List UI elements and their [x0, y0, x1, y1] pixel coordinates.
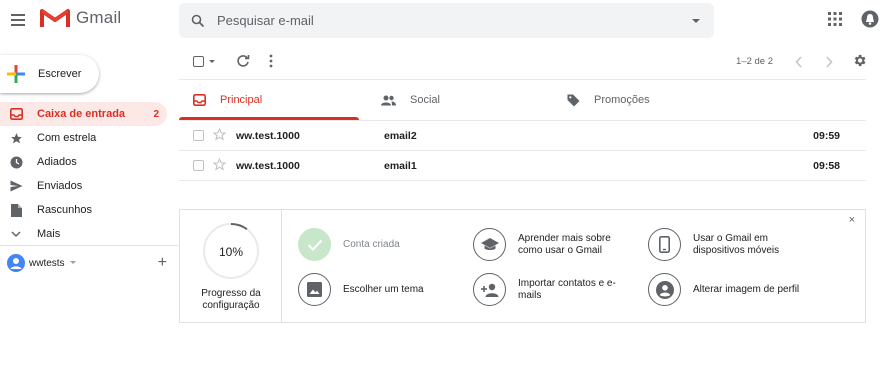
star-outline-icon[interactable]	[213, 128, 226, 141]
mail-toolbar: 1–2 de 2	[179, 44, 886, 77]
step-account-created: Conta criada	[298, 228, 453, 261]
chevron-down-icon	[9, 227, 23, 241]
sidebar-item-label: Rascunhos	[37, 204, 93, 216]
email-sender: ww.test.1000	[236, 159, 300, 172]
tab-label: Promoções	[594, 94, 650, 106]
sidebar-item-more[interactable]: Mais	[0, 222, 167, 246]
tab-promocoes[interactable]: Promoções	[547, 80, 747, 120]
table-row[interactable]: ww.test.1000 email2 09:59	[179, 121, 866, 150]
gear-icon[interactable]	[852, 53, 867, 73]
row-divider	[179, 180, 866, 181]
select-options-caret-icon[interactable]	[209, 60, 215, 63]
hangouts-user[interactable]: wwtests +	[7, 253, 167, 273]
phone-icon	[648, 228, 681, 261]
search-bar[interactable]: Pesquisar e-mail	[179, 3, 714, 38]
step-label: Conta criada	[343, 238, 400, 250]
send-icon	[9, 179, 23, 193]
tab-label: Principal	[220, 94, 263, 106]
sidebar-item-drafts[interactable]: Rascunhos	[0, 198, 167, 222]
sidebar-item-label: Mais	[37, 228, 61, 240]
setup-progress: 10% Progresso da configuração	[180, 210, 282, 322]
email-subject: email1	[384, 159, 417, 172]
sidebar-item-label: Enviados	[37, 180, 83, 192]
search-options-caret-icon[interactable]	[678, 18, 714, 24]
inbox-icon	[9, 107, 23, 121]
close-icon[interactable]: ×	[849, 214, 855, 226]
step-label: Alterar imagem de perfil	[693, 283, 800, 295]
sidebar-item-snoozed[interactable]: Adiados	[0, 150, 167, 174]
search-input[interactable]: Pesquisar e-mail	[217, 13, 678, 28]
star-outline-icon[interactable]	[213, 158, 226, 171]
step-profile-image[interactable]: Alterar imagem de perfil	[648, 273, 803, 306]
unread-count: 2	[153, 108, 159, 120]
draft-icon	[9, 203, 23, 217]
step-learn-gmail[interactable]: Aprender mais sobre como usar o Gmail	[473, 228, 628, 261]
sidebar-item-label: Adiados	[37, 156, 77, 168]
avatar	[7, 254, 25, 272]
account-icon[interactable]	[861, 10, 879, 33]
select-all-checkbox[interactable]	[193, 56, 204, 67]
account-circle-icon	[648, 273, 681, 306]
gmail-m-icon	[40, 9, 70, 27]
add-contact-icon[interactable]: +	[158, 253, 167, 273]
email-sender: ww.test.1000	[236, 129, 300, 142]
search-icon[interactable]	[179, 14, 217, 28]
pagination-count: 1–2 de 2	[736, 56, 773, 67]
more-options-icon[interactable]	[269, 54, 273, 73]
row-checkbox[interactable]	[193, 160, 204, 171]
previous-page-icon[interactable]	[795, 55, 803, 73]
step-label: Importar contatos e e-mails	[518, 277, 616, 301]
email-subject: email2	[384, 129, 417, 142]
setup-progress-card: × 10% Progresso da configuração Conta cr…	[179, 209, 866, 323]
tab-principal[interactable]: Principal	[179, 80, 359, 120]
sidebar-divider	[0, 245, 178, 246]
clock-icon	[9, 155, 23, 169]
star-icon	[9, 131, 23, 145]
user-name: wwtests	[29, 257, 65, 269]
app-name: Gmail	[76, 8, 122, 27]
sidebar-item-starred[interactable]: Com estrela	[0, 126, 167, 150]
step-import[interactable]: Importar contatos e e-mails	[473, 273, 628, 306]
step-label: Aprender mais sobre como usar o Gmail	[518, 232, 611, 256]
sidebar-item-label: Com estrela	[37, 132, 97, 144]
sidebar-item-inbox[interactable]: Caixa de entrada 2	[0, 102, 167, 126]
email-time: 09:58	[813, 159, 840, 172]
user-caret-icon[interactable]	[69, 260, 77, 266]
add-person-icon	[473, 273, 506, 306]
row-checkbox[interactable]	[193, 130, 204, 141]
sidebar-item-sent[interactable]: Enviados	[0, 174, 167, 198]
image-icon	[298, 273, 331, 306]
sidebar-nav: Caixa de entrada 2 Com estrela Adiados E…	[0, 102, 167, 246]
compose-label: Escrever	[38, 68, 82, 80]
refresh-icon[interactable]	[236, 54, 250, 73]
gmail-logo[interactable]: Gmail	[40, 7, 121, 29]
compose-button[interactable]: Escrever	[0, 55, 99, 93]
table-row[interactable]: ww.test.1000 email1 09:58	[179, 151, 866, 180]
next-page-icon[interactable]	[825, 55, 833, 73]
progress-percent: 10%	[218, 245, 244, 259]
email-time: 09:59	[813, 129, 840, 142]
step-theme[interactable]: Escolher um tema	[298, 273, 453, 306]
tag-icon	[567, 94, 580, 107]
plus-color-icon	[7, 65, 25, 83]
school-icon	[473, 228, 506, 261]
main-menu-button[interactable]	[8, 10, 28, 30]
tab-label: Social	[410, 94, 440, 106]
step-mobile[interactable]: Usar o Gmail em dispositivos móveis	[648, 228, 803, 261]
check-icon	[298, 228, 331, 261]
progress-label: Progresso da configuração	[201, 288, 261, 311]
inbox-icon	[193, 94, 206, 106]
step-label: Usar o Gmail em dispositivos móveis	[693, 232, 780, 256]
category-tabs: Principal Social Promoções	[179, 80, 866, 120]
people-icon	[381, 95, 396, 106]
apps-grid-icon[interactable]	[828, 12, 842, 31]
tab-social[interactable]: Social	[359, 80, 547, 120]
sidebar-item-label: Caixa de entrada	[37, 108, 126, 120]
step-label: Escolher um tema	[343, 283, 424, 295]
